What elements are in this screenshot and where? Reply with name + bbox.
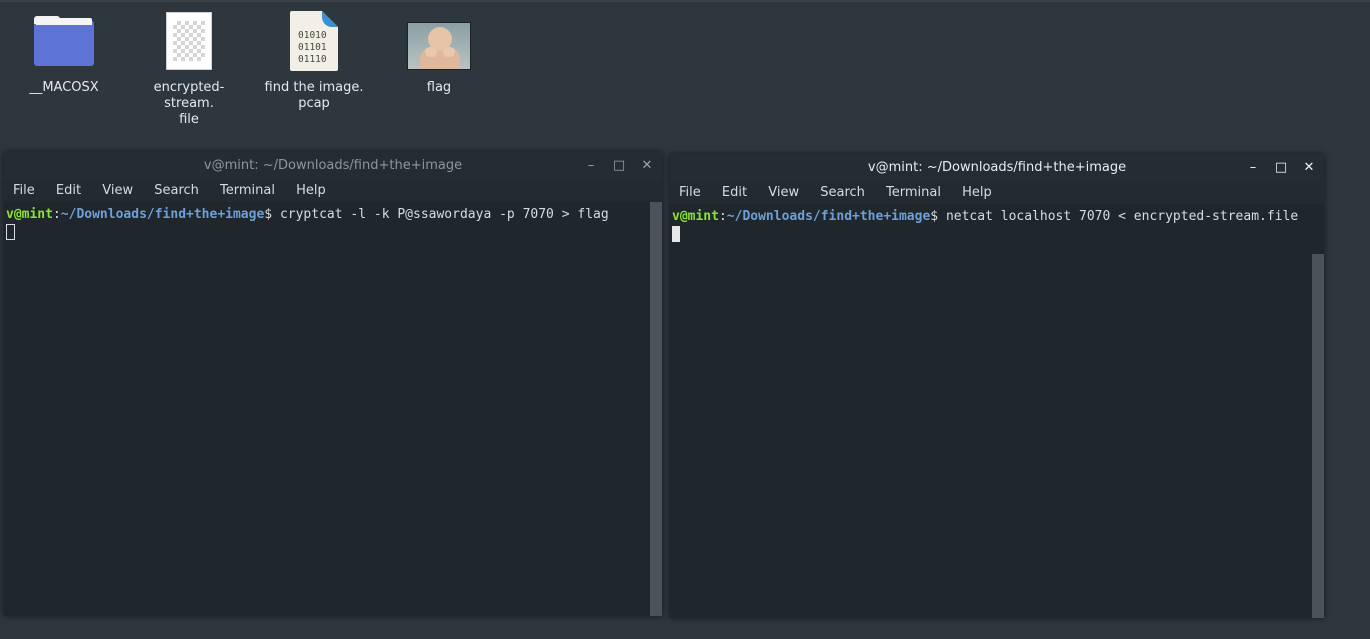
blank-file-icon (157, 10, 221, 74)
prompt-separator: : (718, 209, 727, 224)
top-panel-edge (0, 0, 1370, 2)
desktop-icon-macosx[interactable]: __MACOSX (9, 10, 119, 96)
close-icon[interactable]: ✕ (1300, 154, 1318, 182)
maximize-icon[interactable]: □ (1272, 154, 1290, 182)
command-text: cryptcat -l -k P@ssawordaya -p 7070 > fl… (272, 207, 609, 222)
menu-terminal[interactable]: Terminal (217, 180, 281, 202)
menu-edit[interactable]: Edit (53, 180, 87, 202)
prompt-symbol: $ (930, 209, 939, 224)
maximize-icon[interactable]: □ (610, 152, 628, 180)
menu-help[interactable]: Help (959, 182, 998, 204)
prompt-symbol: $ (264, 207, 273, 222)
binary-file-icon: 01010 01101 01110 (282, 10, 346, 74)
scrollbar-thumb[interactable] (650, 202, 662, 616)
minimize-icon[interactable]: – (582, 152, 600, 180)
binary-line: 01010 (298, 30, 327, 41)
terminal-output[interactable]: v@mint:~/Downloads/find+the+image$ crypt… (4, 202, 650, 616)
terminal-window-right[interactable]: v@mint: ~/Downloads/find+the+image – □ ✕… (670, 154, 1324, 618)
prompt-path: ~/Downloads/find+the+image (60, 207, 265, 222)
desktop-icon-label: flag (426, 80, 452, 95)
menu-help[interactable]: Help (293, 180, 332, 202)
menu-file[interactable]: File (676, 182, 707, 204)
scrollbar-thumb[interactable] (1312, 254, 1324, 618)
text-cursor (6, 224, 15, 240)
desktop-icon-encrypted-stream[interactable]: encrypted-stream. file (134, 10, 244, 128)
menu-edit[interactable]: Edit (719, 182, 753, 204)
window-titlebar[interactable]: v@mint: ~/Downloads/find+the+image – □ ✕ (4, 152, 662, 180)
window-titlebar[interactable]: v@mint: ~/Downloads/find+the+image – □ ✕ (670, 154, 1324, 182)
prompt-path: ~/Downloads/find+the+image (726, 209, 931, 224)
binary-line: 01110 (298, 54, 327, 65)
desktop-icon-label: __MACOSX (29, 80, 99, 95)
window-title: v@mint: ~/Downloads/find+the+image (867, 160, 1127, 175)
folder-icon (32, 10, 96, 74)
menu-file[interactable]: File (10, 180, 41, 202)
binary-line: 01101 (298, 42, 327, 53)
window-title: v@mint: ~/Downloads/find+the+image (203, 158, 463, 173)
menu-search[interactable]: Search (817, 182, 871, 204)
desktop-icon-label: find the image. pcap (264, 80, 364, 111)
prompt-user: v@mint (672, 209, 719, 224)
menu-terminal[interactable]: Terminal (883, 182, 947, 204)
close-icon[interactable]: ✕ (638, 152, 656, 180)
desktop: __MACOSX encrypted-stream. file 01010 01… (0, 0, 1370, 639)
prompt-separator: : (52, 207, 61, 222)
desktop-icon-pcap[interactable]: 01010 01101 01110 find the image. pcap (259, 10, 369, 112)
command-text: netcat localhost 7070 < encrypted-stream… (938, 209, 1299, 224)
menu-view[interactable]: View (99, 180, 139, 202)
terminal-output[interactable]: v@mint:~/Downloads/find+the+image$ netca… (670, 204, 1312, 618)
menu-bar: File Edit View Search Terminal Help (670, 182, 1324, 204)
menu-bar: File Edit View Search Terminal Help (4, 180, 662, 202)
scrollbar[interactable] (650, 202, 662, 616)
terminal-window-left[interactable]: v@mint: ~/Downloads/find+the+image – □ ✕… (4, 152, 662, 616)
desktop-icon-flag[interactable]: flag (384, 10, 494, 96)
prompt-user: v@mint (6, 207, 53, 222)
text-cursor (672, 226, 680, 242)
menu-search[interactable]: Search (151, 180, 205, 202)
scrollbar[interactable] (1312, 204, 1324, 618)
desktop-icon-label: encrypted-stream. file (153, 80, 225, 127)
menu-view[interactable]: View (765, 182, 805, 204)
image-thumbnail-icon (407, 10, 471, 74)
minimize-icon[interactable]: – (1244, 154, 1262, 182)
